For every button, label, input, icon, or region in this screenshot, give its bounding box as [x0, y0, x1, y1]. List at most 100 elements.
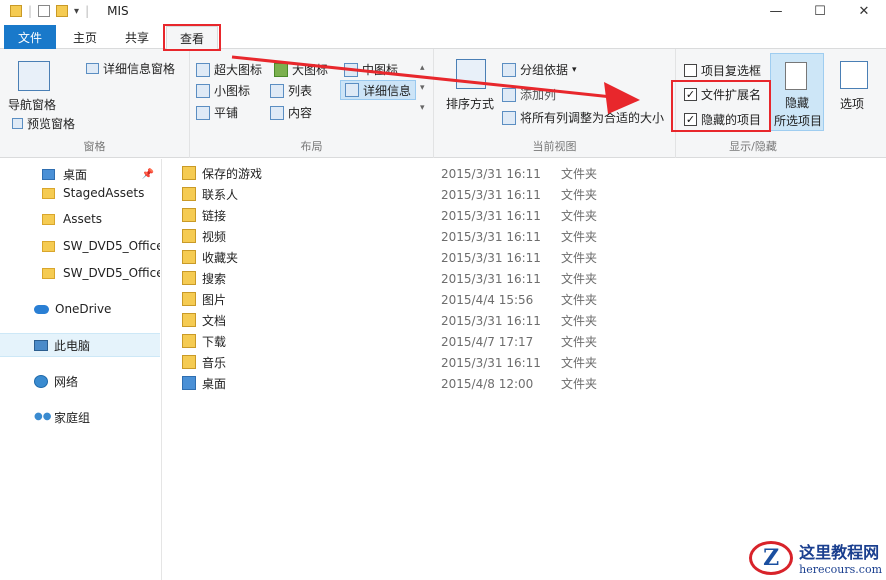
current-view-group: 排序方式 分组依据 ▾ 添加列 将所有列调整为合适的大小 当前视图	[434, 49, 676, 158]
videos-icon	[182, 229, 196, 243]
size-all-columns-button[interactable]: 将所有列调整为合适的大小	[502, 109, 664, 126]
properties-icon[interactable]	[38, 5, 51, 17]
layout-extra-large-icons[interactable]: 超大图标	[196, 61, 262, 78]
file-row[interactable]: 收藏夹 2015/3/31 16:11 文件夹	[178, 247, 658, 268]
pin-icon[interactable]: 📌	[142, 169, 154, 180]
nav-item-assets[interactable]: Assets	[0, 207, 160, 231]
navigation-pane: 桌面 📌 StagedAssets Assets SW_DVD5_Office S…	[0, 159, 162, 580]
file-list: 保存的游戏 2015/3/31 16:11 文件夹 联系人 2015/3/31 16:…	[163, 159, 886, 580]
nav-item-network[interactable]: 网络	[0, 369, 160, 393]
item-checkboxes-toggle[interactable]: 项目复选框	[684, 62, 761, 79]
customize-toolbar-chevron-icon[interactable]: ▾	[74, 6, 79, 17]
nav-item-this-pc[interactable]: 此电脑	[0, 333, 160, 357]
nav-item-label: Assets	[63, 212, 103, 226]
new-folder-icon[interactable]	[56, 5, 69, 17]
tab-file[interactable]: 文件	[4, 25, 56, 49]
file-row[interactable]: 下载 2015/4/7 17:17 文件夹	[178, 331, 658, 352]
group-by-dropdown-icon: ▾	[572, 64, 577, 75]
details-icon	[345, 83, 359, 97]
window-controls: — ☐ ✕	[754, 0, 886, 22]
file-row[interactable]: 联系人 2015/3/31 16:11 文件夹	[178, 184, 658, 205]
layout-content[interactable]: 内容	[270, 104, 312, 121]
layout-list[interactable]: 列表	[270, 82, 312, 99]
file-date: 2015/3/31 16:11	[441, 229, 541, 244]
layout-scroll-up-icon[interactable]: ▴	[420, 63, 425, 73]
file-type: 文件夹	[561, 188, 598, 202]
details-label: 详细信息	[363, 83, 412, 98]
watermark: Z 这里教程网 herecours.com	[749, 539, 882, 576]
nav-item-stagedassets[interactable]: StagedAssets	[0, 181, 160, 205]
favorites-icon	[182, 250, 196, 264]
item-checkboxes-checkbox[interactable]	[684, 64, 697, 77]
content-label: 内容	[288, 106, 313, 120]
file-row[interactable]: 链接 2015/3/31 16:11 文件夹	[178, 205, 658, 226]
list-label: 列表	[288, 84, 313, 98]
navigation-pane-button[interactable]: 导航窗格	[8, 96, 56, 113]
maximize-icon[interactable]: ☐	[798, 0, 842, 22]
file-row[interactable]: 音乐 2015/3/31 16:11 文件夹	[178, 352, 658, 373]
pane-group-label: 窗格	[83, 140, 106, 153]
contacts-icon	[182, 187, 196, 201]
nav-item-sw-dvd5-office-2[interactable]: SW_DVD5_Office	[0, 261, 160, 285]
file-date: 2015/4/4 15:56	[441, 292, 534, 307]
file-type: 文件夹	[561, 356, 598, 370]
content-icon	[270, 105, 284, 120]
hide-selected-icon	[785, 62, 807, 90]
nav-item-homegroup[interactable]: ●● 家庭组	[0, 405, 160, 429]
layout-large-icons[interactable]: 大图标	[274, 61, 328, 78]
layout-medium-icons[interactable]: 中图标	[344, 61, 398, 78]
file-name: 文档	[202, 314, 227, 328]
file-row[interactable]: 保存的游戏 2015/3/31 16:11 文件夹	[178, 163, 658, 184]
nav-item-label: 此电脑	[54, 338, 91, 353]
minimize-icon[interactable]: —	[754, 0, 798, 22]
layout-scroll-down-icon[interactable]: ▾	[420, 83, 425, 93]
options-button[interactable]: 选项	[840, 95, 864, 112]
tab-home[interactable]: 主页	[60, 26, 110, 49]
file-date: 2015/4/8 12:00	[441, 376, 534, 391]
nav-item-label: 家庭组	[54, 410, 91, 425]
watermark-logo-icon: Z	[749, 540, 794, 575]
explorer-window: | ▾ | MIS — ☐ ✕ 文件 主页 共享 查看 ⌄ ? 导航窗格 预览窗…	[0, 0, 886, 580]
options-icon[interactable]	[840, 61, 868, 89]
preview-pane-label: 预览窗格	[27, 117, 76, 131]
group-by-label: 分组依据	[520, 63, 569, 77]
navigation-pane-icon[interactable]	[18, 61, 50, 91]
file-row[interactable]: 桌面 2015/4/8 12:00 文件夹	[178, 373, 658, 394]
close-icon[interactable]: ✕	[842, 0, 886, 22]
file-row[interactable]: 文档 2015/3/31 16:11 文件夹	[178, 310, 658, 331]
layout-group-label: 布局	[300, 140, 323, 153]
file-type: 文件夹	[561, 209, 598, 223]
file-name: 视频	[202, 230, 227, 244]
preview-pane-icon	[12, 118, 23, 129]
file-name: 保存的游戏	[202, 167, 263, 181]
add-columns-button[interactable]: 添加列	[502, 86, 556, 103]
file-date: 2015/3/31 16:11	[441, 250, 541, 265]
file-row[interactable]: 搜索 2015/3/31 16:11 文件夹	[178, 268, 658, 289]
tab-share[interactable]: 共享	[114, 26, 160, 49]
layout-tiles[interactable]: 平铺	[196, 104, 238, 121]
nav-item-label: 网络	[54, 374, 79, 389]
folder-icon	[42, 187, 55, 199]
view-tab-highlight	[163, 24, 221, 51]
nav-item-sw-dvd5-office-1[interactable]: SW_DVD5_Office	[0, 234, 160, 258]
sort-by-button[interactable]: 排序方式	[446, 95, 494, 112]
pane-group: 导航窗格 预览窗格 详细信息窗格 窗格	[0, 49, 190, 158]
nav-item-onedrive[interactable]: OneDrive	[0, 297, 160, 321]
hide-selected-button[interactable]: 隐藏 所选项目	[770, 53, 824, 131]
file-row[interactable]: 视频 2015/3/31 16:11 文件夹	[178, 226, 658, 247]
details-pane-button[interactable]: 详细信息窗格	[86, 60, 175, 77]
group-by-button[interactable]: 分组依据 ▾	[502, 61, 577, 78]
layout-small-icons[interactable]: 小图标	[196, 82, 250, 99]
file-row[interactable]: 图片 2015/4/4 15:56 文件夹	[178, 289, 658, 310]
sort-by-icon[interactable]	[456, 59, 486, 89]
medium-icons-icon	[344, 62, 358, 77]
layout-expand-icon[interactable]: ▾	[420, 103, 425, 113]
large-label: 大图标	[292, 63, 329, 77]
hide-selected-label-2: 所选项目	[773, 114, 822, 128]
show-hide-group-label: 显示/隐藏	[729, 140, 777, 153]
file-name: 收藏夹	[202, 251, 239, 265]
preview-pane-button[interactable]: 预览窗格	[12, 115, 75, 132]
layout-details[interactable]: 详细信息	[340, 80, 417, 100]
options-group: 选项	[830, 49, 886, 158]
folder-icon[interactable]	[10, 5, 22, 17]
